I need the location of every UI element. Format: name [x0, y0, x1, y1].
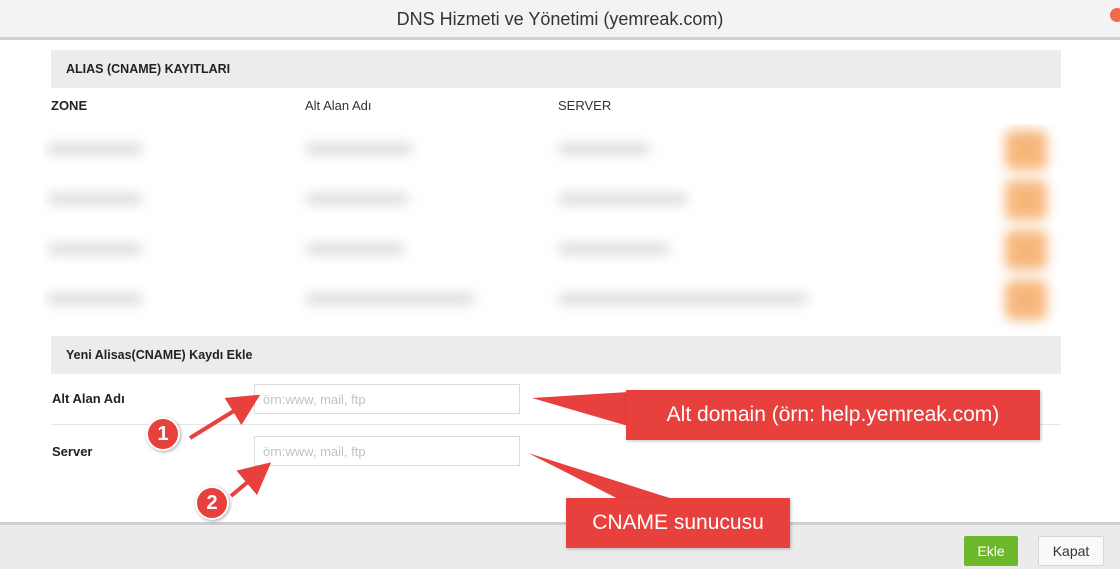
column-header-zone: ZONE — [51, 98, 88, 113]
subdomain-input[interactable] — [254, 384, 520, 414]
subdomain-label: Alt Alan Adı — [52, 391, 125, 406]
arrow-1-icon — [188, 394, 261, 440]
callout-cname-server: CNAME sunucusu — [566, 498, 790, 548]
table-row — [43, 176, 1088, 220]
callout-subdomain: Alt domain (örn: help.yemreak.com) — [626, 390, 1040, 440]
row-action-button[interactable] — [1005, 180, 1047, 220]
row-action-button[interactable] — [1005, 230, 1047, 270]
column-header-subdomain: Alt Alan Adı — [305, 98, 372, 113]
dialog-footer — [0, 522, 1120, 569]
add-button[interactable]: Ekle — [964, 536, 1018, 566]
cname-records-table-blurred — [43, 124, 1088, 334]
arrow-2-icon — [229, 462, 272, 498]
step-badge-2: 2 — [195, 486, 229, 520]
row-action-button[interactable] — [1005, 280, 1047, 320]
server-input[interactable] — [254, 436, 520, 466]
window-titlebar: DNS Hizmeti ve Yönetimi (yemreak.com) — [0, 0, 1120, 38]
window-close-dot-icon[interactable] — [1110, 8, 1120, 22]
row-action-button[interactable] — [1005, 130, 1047, 170]
server-label: Server — [52, 444, 93, 459]
cname-section-header: ALIAS (CNAME) KAYITLARI — [51, 50, 1061, 88]
add-cname-section-header: Yeni Alisas(CNAME) Kaydı Ekle — [51, 336, 1061, 374]
step-badge-1: 1 — [146, 417, 180, 451]
table-row — [43, 226, 1088, 270]
titlebar-divider — [0, 37, 1120, 40]
close-button[interactable]: Kapat — [1038, 536, 1104, 566]
callout-1-pointer — [532, 392, 628, 426]
column-header-server: SERVER — [558, 98, 612, 113]
window-title: DNS Hizmeti ve Yönetimi (yemreak.com) — [396, 9, 724, 29]
table-row — [43, 126, 1088, 170]
table-row — [43, 276, 1088, 320]
